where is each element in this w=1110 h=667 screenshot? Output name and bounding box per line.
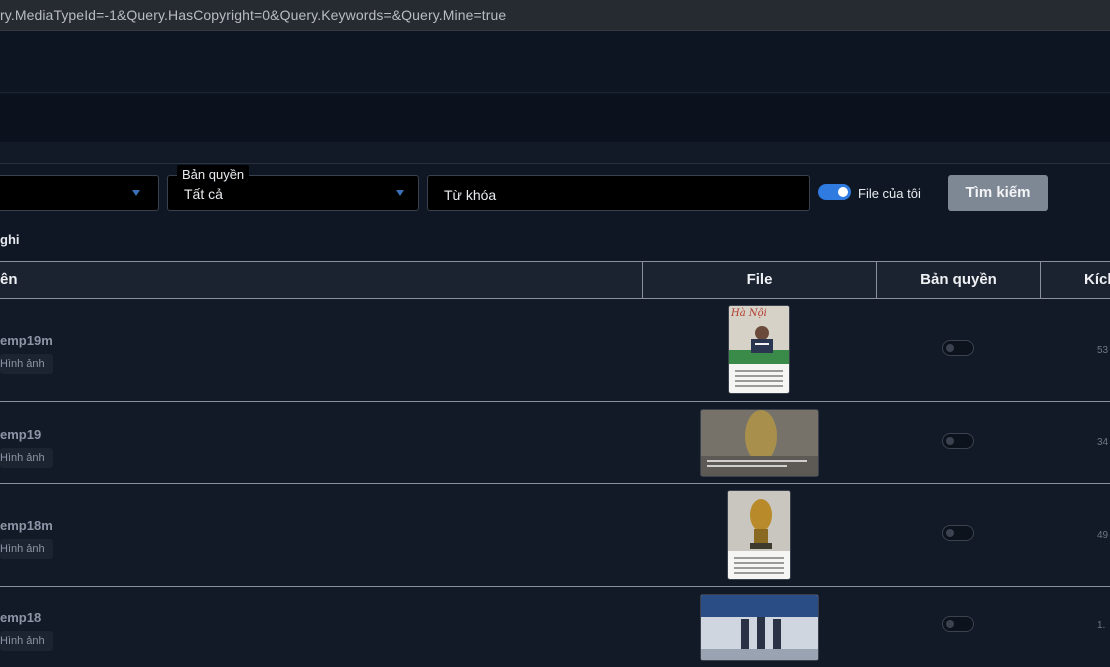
mine-toggle[interactable] [818,184,851,200]
media-type-badge: Hình ảnh [0,354,53,374]
chevron-down-icon [132,190,140,196]
table-row[interactable]: emp19 Hình ảnh 34 [0,402,1110,484]
file-name[interactable]: emp18 [0,610,41,625]
file-name[interactable]: emp19m [0,333,53,348]
column-header-file[interactable]: File [643,262,876,298]
file-size: 34 [1097,437,1109,448]
table-header: ên File Bản quyền Kích [0,261,1110,299]
file-size: 53 [1097,345,1109,356]
keyword-input-placeholder: Từ khóa [444,187,497,203]
keyword-input[interactable]: Từ khóa [427,175,810,211]
thumbnail-image [701,595,818,660]
column-header-size[interactable]: Kích [1084,262,1110,298]
table-row[interactable]: emp18 Hình ảnh 1. [0,587,1110,667]
toggle-knob [946,620,954,628]
file-size: 1. [1097,620,1106,631]
media-type-badge: Hình ảnh [0,448,53,468]
mine-toggle-label: File của tôi [858,186,921,201]
thumbnail-caption [734,557,784,577]
toggle-knob [838,187,848,197]
app-subheader [0,94,1110,142]
copyright-toggle[interactable] [942,340,974,356]
search-button[interactable]: Tìm kiếm [948,175,1048,211]
table-row[interactable]: emp19m Hình ảnh Hà Nội 53 [0,299,1110,402]
thumbnail-caption [735,370,783,390]
results-info-text: ghi [0,232,20,247]
file-thumbnail[interactable] [700,594,819,661]
table-row[interactable]: emp18m Hình ảnh 49 [0,484,1110,587]
copyright-select-label: Bản quyền [177,165,250,184]
file-thumbnail[interactable]: Hà Nội [728,305,790,394]
chevron-down-icon [396,190,404,196]
copyright-toggle[interactable] [942,525,974,541]
copyright-toggle[interactable] [942,433,974,449]
media-type-select[interactable] [0,175,159,211]
column-header-copyright[interactable]: Bản quyền [877,262,1040,298]
media-type-badge: Hình ảnh [0,631,53,651]
filter-section-divider [0,142,1110,164]
address-url[interactable]: ry.MediaTypeId=-1&Query.HasCopyright=0&Q… [0,7,506,23]
media-type-badge: Hình ảnh [0,539,53,559]
toggle-knob [946,529,954,537]
toggle-knob [946,344,954,352]
toggle-knob [946,437,954,445]
copyright-select-value: Tất cả [184,186,223,202]
file-thumbnail[interactable] [700,409,819,477]
svg-text:Hà Nội: Hà Nội [730,308,767,319]
browser-address-bar[interactable]: ry.MediaTypeId=-1&Query.HasCopyright=0&Q… [0,0,1110,31]
file-thumbnail[interactable] [727,490,791,580]
copyright-toggle[interactable] [942,616,974,632]
app-header [0,31,1110,93]
file-name[interactable]: emp18m [0,518,53,533]
column-header-name[interactable]: ên [0,262,30,298]
thumbnail-image [701,410,818,476]
file-size: 49 [1097,530,1109,541]
file-name[interactable]: emp19 [0,427,41,442]
